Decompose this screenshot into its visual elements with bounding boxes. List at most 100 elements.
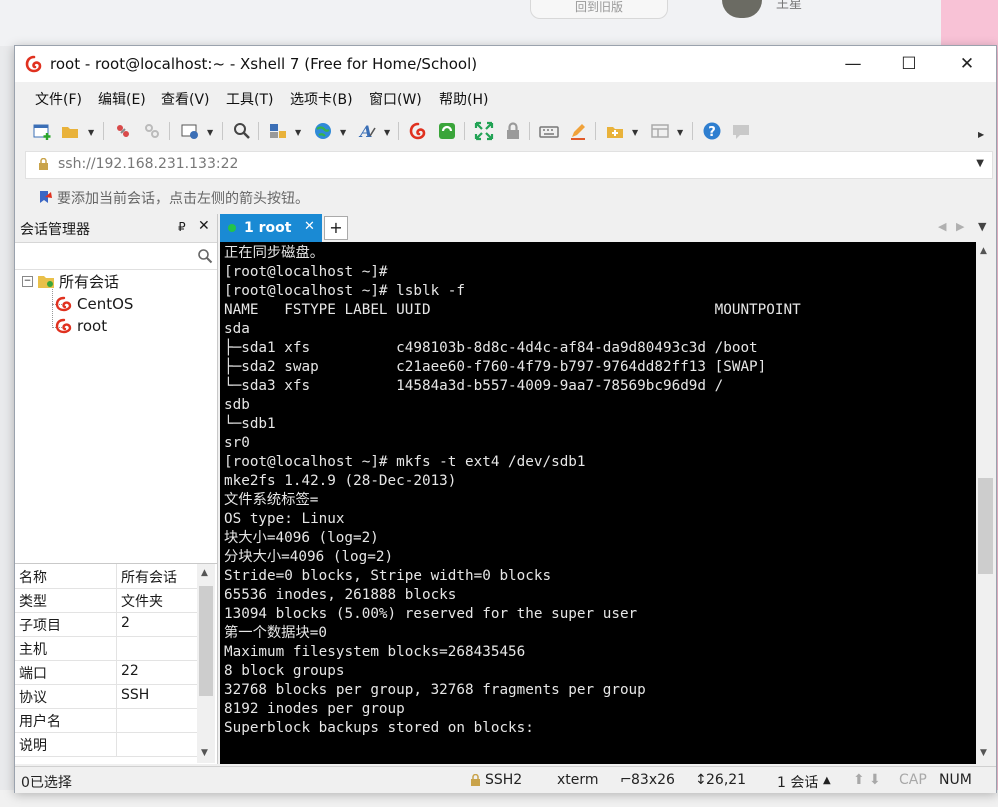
scroll-up-icon[interactable]: ▲ [980, 246, 987, 256]
globe-icon[interactable] [312, 120, 334, 142]
menu-edit[interactable]: 编辑(E) [98, 89, 146, 109]
terminal-line: 分块大小=4096 (log=2) [224, 549, 394, 565]
help-icon[interactable]: ? [701, 120, 723, 142]
new-tab-button[interactable]: + [324, 216, 348, 240]
menu-file[interactable]: 文件(F) [35, 89, 82, 109]
collapse-toggle-icon[interactable]: − [22, 276, 33, 287]
find-icon[interactable] [231, 120, 253, 142]
tree-item-centos[interactable]: CentOS [55, 293, 133, 315]
menu-help[interactable]: 帮助(H) [439, 89, 488, 109]
properties-icon[interactable] [179, 120, 201, 142]
session-manager-header: 会话管理器 ₽ ✕ [15, 214, 217, 243]
layout-dropdown-icon[interactable]: ▼ [295, 128, 303, 137]
property-row[interactable]: 主机 [15, 636, 197, 661]
terminal-line: 块大小=4096 (log=2) [224, 530, 379, 546]
address-dropdown-icon[interactable]: ▼ [976, 158, 984, 169]
tree-item-all-sessions[interactable]: 所有会话 [37, 270, 119, 292]
reconnect-icon[interactable] [112, 120, 134, 142]
sessions-up-icon[interactable]: ▲ [823, 775, 831, 786]
tab-label: 1 root [244, 220, 292, 236]
add-folder-dropdown-icon[interactable]: ▼ [632, 128, 640, 137]
sessions-count[interactable]: 1 会话 [777, 772, 818, 792]
xshell-window: root - root@localhost:~ - Xshell 7 (Free… [14, 45, 997, 793]
terminal-line: 8192 inodes per group [224, 701, 405, 717]
address-bar[interactable]: ssh://192.168.231.133:22 ▼ [25, 151, 993, 179]
property-row[interactable]: 端口 22 [15, 660, 197, 685]
terminal-scrollbar[interactable]: ▲ ▼ [976, 242, 995, 764]
session-manager-panel: 会话管理器 ₽ ✕ − 所有会话 CentOS root 名称 所有会话 类型 文件… [15, 214, 218, 764]
tree-item-root[interactable]: root [55, 315, 107, 337]
user-name[interactable]: 王星 [776, 0, 802, 11]
padlock-icon [39, 158, 48, 170]
upload-arrow-icon[interactable]: ⬆ [853, 772, 865, 788]
scroll-down-icon[interactable]: ▼ [201, 748, 208, 758]
terminal-line: 13094 blocks (5.00%) reserved for the su… [224, 606, 638, 622]
old-version-button[interactable]: 回到旧版 [530, 0, 668, 19]
property-row[interactable]: 子项目 2 [15, 612, 197, 637]
maximize-button[interactable]: ☐ [881, 46, 937, 82]
tab-scroll-left-icon[interactable]: ◀ [938, 220, 946, 233]
property-row[interactable]: 用户名 [15, 708, 197, 733]
fullscreen-icon[interactable] [473, 120, 495, 142]
scroll-down-icon[interactable]: ▼ [980, 748, 987, 758]
caps-lock-status: CAP [899, 772, 927, 788]
tab-scroll-right-icon[interactable]: ▶ [956, 220, 964, 233]
terminal-scroll-thumb[interactable] [978, 478, 993, 574]
terminal-line: 文件系统标签= [224, 492, 319, 508]
scroll-up-icon[interactable]: ▲ [201, 568, 208, 578]
new-session-icon[interactable] [31, 120, 53, 142]
session-manager-title: 会话管理器 [20, 222, 90, 238]
tab-list-icon[interactable]: ▼ [978, 220, 986, 233]
menu-view[interactable]: 查看(V) [161, 89, 210, 109]
minimize-button[interactable]: — [825, 46, 881, 82]
xftp-icon[interactable] [436, 120, 458, 142]
pin-icon[interactable]: ₽ [178, 220, 186, 234]
panel-icon[interactable] [649, 120, 671, 142]
menu-tools[interactable]: 工具(T) [226, 89, 273, 109]
properties-scrollbar[interactable]: ▲ ▼ [197, 564, 215, 763]
property-row[interactable]: 说明 [15, 732, 197, 757]
close-window-button[interactable]: ✕ [939, 46, 995, 82]
property-row[interactable]: 名称 所有会话 [15, 564, 197, 589]
svg-text:A: A [358, 122, 372, 141]
menu-tabs[interactable]: 选项卡(B) [290, 89, 353, 109]
chat-icon[interactable] [730, 120, 752, 142]
tab-close-icon[interactable]: ✕ [304, 219, 315, 234]
xshell-icon[interactable] [407, 120, 429, 142]
bookmark-arrow-icon[interactable] [37, 189, 53, 205]
terminal-line: mke2fs 1.42.9 (28-Dec-2013) [224, 473, 457, 489]
session-search-input[interactable] [15, 243, 217, 270]
properties-dropdown-icon[interactable]: ▼ [207, 128, 215, 137]
toolbar-overflow-icon[interactable]: ▶ [978, 130, 986, 139]
address-input[interactable]: ssh://192.168.231.133:22 [58, 156, 238, 172]
download-arrow-icon[interactable]: ⬇ [869, 772, 881, 788]
title-bar[interactable]: root - root@localhost:~ - Xshell 7 (Free… [15, 46, 996, 82]
search-icon[interactable] [197, 248, 213, 264]
layout-icon[interactable] [267, 120, 289, 142]
font-dropdown-icon[interactable]: ▼ [384, 128, 392, 137]
close-panel-icon[interactable]: ✕ [198, 218, 210, 234]
menu-window[interactable]: 窗口(W) [369, 89, 422, 109]
lock-icon[interactable] [502, 120, 524, 142]
disconnect-icon[interactable] [141, 120, 163, 142]
num-lock-status: NUM [939, 772, 972, 788]
tree-item-label: 所有会话 [59, 272, 120, 291]
hint-text: 要添加当前会话，点击左侧的箭头按钮。 [57, 191, 309, 207]
panel-dropdown-icon[interactable]: ▼ [677, 128, 685, 137]
property-row[interactable]: 类型 文件夹 [15, 588, 197, 613]
add-folder-icon[interactable] [604, 120, 626, 142]
keyboard-icon[interactable] [538, 120, 560, 142]
globe-dropdown-icon[interactable]: ▼ [340, 128, 348, 137]
terminal-line: 65536 inodes, 261888 blocks [224, 587, 457, 603]
properties-scroll-thumb[interactable] [199, 586, 213, 696]
terminal-size-icon: ⌐ [620, 772, 632, 788]
highlight-pen-icon[interactable] [567, 120, 589, 142]
terminal-line: 32768 blocks per group, 32768 fragments … [224, 682, 646, 698]
font-icon[interactable]: A [357, 120, 379, 142]
tab-root[interactable]: 1 root ✕ [220, 214, 322, 242]
open-folder-icon[interactable] [59, 120, 81, 142]
connected-status-icon [228, 224, 236, 232]
open-dropdown-icon[interactable]: ▼ [88, 128, 96, 137]
property-row[interactable]: 协议 SSH [15, 684, 197, 709]
terminal-output[interactable]: 正在同步磁盘。 [root@localhost ~]# [root@localhos… [220, 242, 976, 764]
